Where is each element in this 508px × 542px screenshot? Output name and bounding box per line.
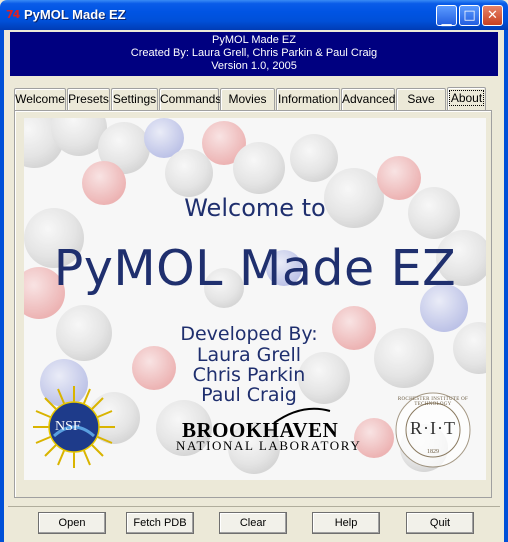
tab-label: Movies bbox=[228, 92, 267, 106]
tab-advanced[interactable]: Advanced bbox=[341, 88, 395, 110]
tab-label: Presets bbox=[68, 92, 109, 106]
close-button[interactable]: ✕ bbox=[482, 5, 503, 26]
splash-title: PyMOL Made EZ bbox=[53, 240, 457, 297]
rit-logo-text: R·I·T bbox=[410, 418, 456, 438]
tab-label: Advanced bbox=[342, 92, 396, 106]
developer-name: Laura Grell bbox=[196, 344, 302, 366]
developer-name: Paul Craig bbox=[201, 384, 297, 406]
tab-commands[interactable]: Commands bbox=[159, 88, 222, 110]
bnl-logo-subtext: NATIONAL LABORATORY bbox=[176, 438, 362, 453]
title-bar[interactable]: 74 PyMOL Made EZ ▁ □ ✕ bbox=[0, 0, 508, 30]
welcome-splash-image: Welcome to PyMOL Made EZ Developed By: L… bbox=[24, 118, 486, 480]
developed-by-label: Developed By: bbox=[180, 323, 318, 345]
tab-label: About bbox=[448, 90, 485, 106]
app-icon: 74 bbox=[6, 8, 20, 21]
tab-welcome[interactable]: Welcome bbox=[14, 88, 66, 110]
maximize-icon: □ bbox=[463, 8, 476, 23]
minimize-icon: ▁ bbox=[441, 12, 452, 27]
tab-presets[interactable]: Presets bbox=[67, 88, 110, 110]
window-title: PyMOL Made EZ bbox=[24, 7, 126, 22]
rit-ring-text: ROCHESTER INSTITUTE OF TECHNOLOGY bbox=[397, 397, 469, 407]
help-button[interactable]: Help bbox=[312, 512, 380, 534]
minimize-button[interactable]: ▁ bbox=[436, 5, 457, 26]
close-icon: ✕ bbox=[487, 8, 498, 23]
open-button[interactable]: Open bbox=[38, 512, 106, 534]
developer-name: Chris Parkin bbox=[192, 364, 306, 386]
window-frame-right bbox=[504, 30, 508, 542]
maximize-button[interactable]: □ bbox=[459, 5, 480, 26]
tab-about[interactable]: About bbox=[447, 87, 486, 110]
header-banner: PyMOL Made EZ Created By: Laura Grell, C… bbox=[10, 32, 498, 76]
tab-label: Commands bbox=[160, 92, 222, 106]
bnl-swoosh-icon bbox=[273, 407, 331, 424]
tab-label: Information bbox=[277, 92, 339, 106]
fetch-pdb-button[interactable]: Fetch PDB bbox=[126, 512, 194, 534]
banner-authors: Created By: Laura Grell, Chris Parkin & … bbox=[130, 47, 378, 59]
tab-label: Save bbox=[407, 92, 435, 106]
tab-settings[interactable]: Settings bbox=[111, 88, 158, 110]
nsf-logo-text: NSF bbox=[55, 419, 81, 434]
tab-save[interactable]: Save bbox=[396, 88, 446, 110]
banner-version: Version 1.0, 2005 bbox=[211, 60, 297, 72]
welcome-to-text: Welcome to bbox=[184, 194, 326, 222]
tab-information[interactable]: Information bbox=[276, 88, 340, 110]
rit-year-text: 1829 bbox=[427, 449, 439, 455]
clear-button[interactable]: Clear bbox=[219, 512, 287, 534]
quit-button[interactable]: Quit bbox=[406, 512, 474, 534]
tab-label: Settings bbox=[112, 92, 157, 106]
tab-movies[interactable]: Movies bbox=[220, 88, 275, 110]
tab-label: Welcome bbox=[15, 92, 65, 106]
window-frame-left bbox=[0, 30, 4, 542]
banner-app-name: PyMOL Made EZ bbox=[212, 34, 296, 46]
